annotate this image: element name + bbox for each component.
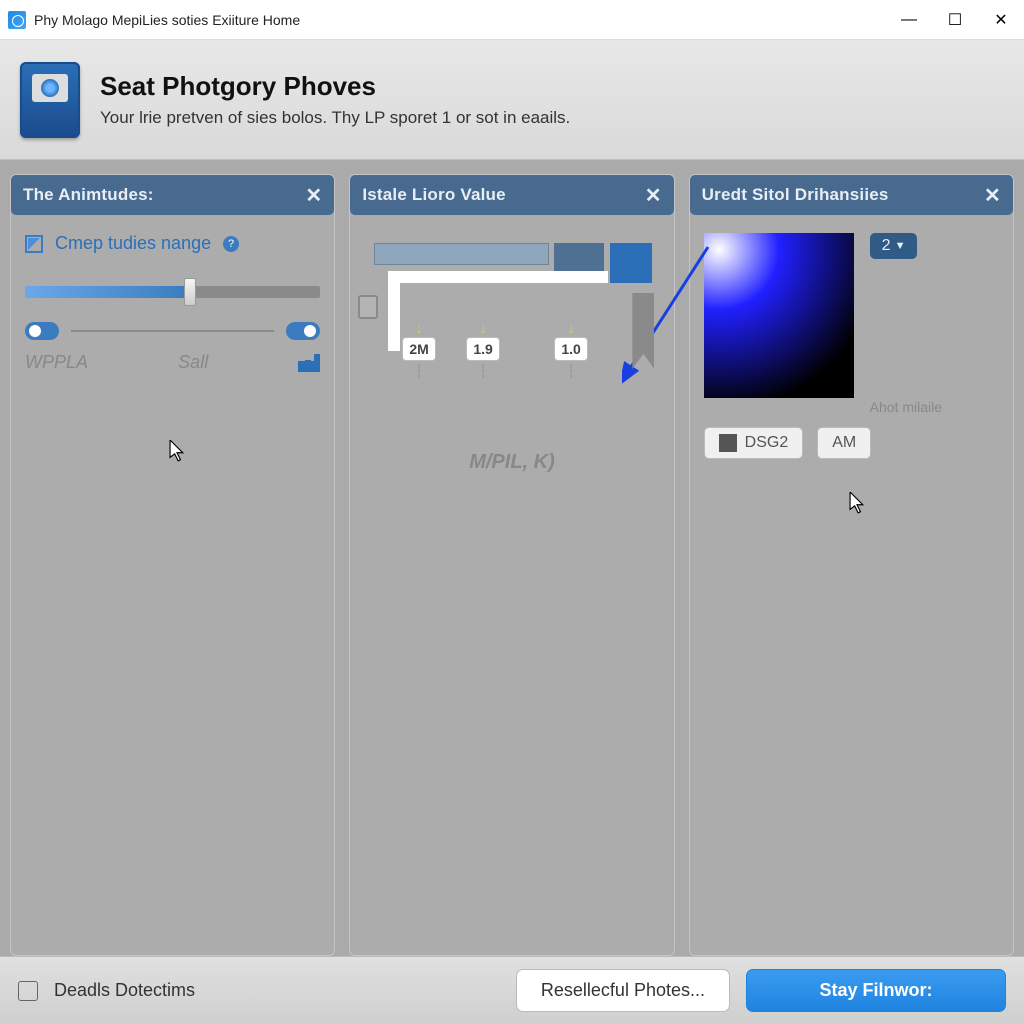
preset-dropdown[interactable]: 2 ▼ xyxy=(870,233,918,259)
right-toggle[interactable] xyxy=(286,322,320,340)
panel-header: The Animtudes: ✕ xyxy=(11,175,334,215)
title-bar: Phy Molago MepiLies soties Exiiture Home… xyxy=(0,0,1024,40)
page-title: Seat Photgory Phoves xyxy=(100,71,570,102)
panel-title: Istale Lioro Value xyxy=(362,185,505,205)
divider xyxy=(71,330,274,332)
axis-label: M/PIL, K) xyxy=(364,451,659,474)
slider-thumb[interactable] xyxy=(184,278,196,306)
slider-max-label: Sall xyxy=(178,352,208,373)
panel-title: Uredt Sitol Drihansiies xyxy=(702,185,889,205)
header-band: Seat Photgory Phoves Your lrie pretven o… xyxy=(0,40,1024,160)
marker-1-9[interactable]: ↓ 1.9 ┆ xyxy=(466,337,499,361)
checkbox-label: Cmep tudies nange xyxy=(55,233,211,254)
help-icon[interactable]: ? xyxy=(223,236,239,252)
clip-icon xyxy=(358,295,378,319)
left-toggle[interactable] xyxy=(25,322,59,340)
close-button[interactable]: ✕ xyxy=(978,0,1024,39)
page-subtitle: Your lrie pretven of sies bolos. Thy LP … xyxy=(100,108,570,128)
panel-lioro-value: Istale Lioro Value ✕ ↓ 2M ┆ ↓ 1.9 ┆ xyxy=(349,174,674,956)
range-slider[interactable] xyxy=(25,278,320,306)
close-icon[interactable]: ✕ xyxy=(984,183,1001,208)
panels-area: The Animtudes: ✕ Cmep tudies nange ? WPP… xyxy=(0,160,1024,956)
maximize-button[interactable]: ☐ xyxy=(932,0,978,39)
panel-animtudes: The Animtudes: ✕ Cmep tudies nange ? WPP… xyxy=(10,174,335,956)
panel-header: Uredt Sitol Drihansiies ✕ xyxy=(690,175,1013,215)
panel-drihansiies: Uredt Sitol Drihansiies ✕ 2 ▼ Ahot milai… xyxy=(689,174,1014,956)
checkbox-row: Cmep tudies nange ? xyxy=(25,233,320,254)
window-title: Phy Molago MepiLies soties Exiiture Home xyxy=(34,12,300,28)
minimize-button[interactable]: — xyxy=(886,0,932,39)
checkbox-tudies[interactable] xyxy=(25,235,43,253)
close-icon[interactable]: ✕ xyxy=(305,183,322,208)
chevron-down-icon: ▼ xyxy=(895,240,906,252)
marker-2m[interactable]: ↓ 2M ┆ xyxy=(402,337,435,361)
color-swatch-icon xyxy=(719,434,737,452)
primary-button[interactable]: Stay Filnwor: xyxy=(746,969,1006,1012)
bar-chart-icon xyxy=(298,354,320,372)
chip-dsg2[interactable]: DSG2 xyxy=(704,427,804,459)
chip-am[interactable]: AM xyxy=(817,427,871,459)
app-icon xyxy=(8,11,26,29)
footer-checkbox[interactable] xyxy=(18,981,38,1001)
aux-label: Ahot milaile xyxy=(870,399,942,415)
slider-min-label: WPPLA xyxy=(25,352,88,373)
panel-title: The Animtudes: xyxy=(23,185,154,205)
value-diagram: ↓ 2M ┆ ↓ 1.9 ┆ ↓ 1.0 ┆ xyxy=(364,233,659,433)
footer-bar: Deadls Dotectims Resellecful Photes... S… xyxy=(0,956,1024,1024)
marker-1-0[interactable]: ↓ 1.0 ┆ xyxy=(554,337,587,361)
close-icon[interactable]: ✕ xyxy=(645,183,662,208)
secondary-button[interactable]: Resellecful Photes... xyxy=(516,969,730,1012)
window-controls: — ☐ ✕ xyxy=(886,0,1024,39)
photo-device-icon xyxy=(20,62,80,138)
footer-checkbox-label: Deadls Dotectims xyxy=(54,980,195,1001)
panel-header: Istale Lioro Value ✕ xyxy=(350,175,673,215)
